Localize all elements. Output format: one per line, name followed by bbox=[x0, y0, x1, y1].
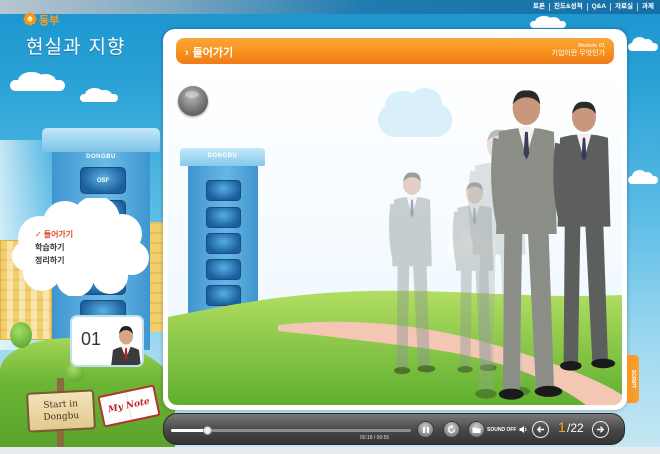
brand-name: 동부 bbox=[39, 15, 60, 27]
sky-cloud bbox=[628, 37, 658, 51]
playback-time: 00:18 / 00:55 bbox=[360, 435, 390, 441]
menu-item-label: 학습하기 bbox=[35, 243, 65, 252]
header-arrow-icon: › bbox=[185, 47, 189, 59]
script-tab-label: SCRIPT bbox=[630, 369, 636, 389]
nav-link-assignments[interactable]: 과제 bbox=[637, 3, 658, 11]
lesson-scene: DONGBU bbox=[168, 67, 622, 405]
building-window-label: OSF bbox=[96, 177, 110, 184]
folder-icon bbox=[472, 427, 481, 433]
menu-item-summary[interactable]: 정리하기 bbox=[35, 254, 73, 267]
module-info: Module 01 기업이란 무엇인가 bbox=[552, 42, 605, 58]
next-arrow-icon bbox=[597, 426, 605, 433]
building-window: OSF bbox=[80, 167, 126, 194]
menu-item-intro[interactable]: ✓ 들어가기 bbox=[35, 228, 73, 241]
chapter-number: 01 bbox=[81, 329, 102, 349]
tree bbox=[10, 322, 32, 348]
folder-button[interactable] bbox=[468, 421, 485, 438]
businessman-figure bbox=[553, 101, 616, 371]
prev-arrow-icon bbox=[536, 426, 544, 433]
page-current: 1 bbox=[558, 419, 566, 435]
pause-icon bbox=[422, 426, 429, 433]
flower-logo-icon bbox=[23, 12, 37, 26]
building-label: DONGBU bbox=[86, 154, 116, 160]
nav-link-discussion[interactable]: 토론 bbox=[529, 3, 549, 11]
module-subtitle: 기업이란 무엇인가 bbox=[551, 50, 605, 57]
content-panel: DONGBU › 들어가기 Module 01 기업이란 무엇인가 bbox=[163, 29, 627, 410]
player-control-bar: 00:18 / 00:55 SOUND OFF 1 /22 bbox=[163, 413, 625, 445]
prev-page-button[interactable] bbox=[532, 421, 549, 438]
nav-link-progress-grades[interactable]: 진도&성적 bbox=[549, 3, 587, 11]
scene-round-button[interactable] bbox=[178, 86, 208, 116]
speaker-icon[interactable] bbox=[519, 425, 528, 434]
menu-cloud bbox=[12, 198, 149, 296]
replay-icon bbox=[447, 425, 456, 434]
course-player-screen: 토론 진도&성적 Q&A 자료실 과제 동부 현실과 지향 DONGBU OSF bbox=[0, 0, 660, 454]
sky-cloud bbox=[530, 15, 566, 28]
section-title: › 들어가기 bbox=[185, 44, 233, 60]
check-icon: ✓ bbox=[35, 230, 42, 239]
nav-link-resources[interactable]: 자료실 bbox=[610, 3, 637, 11]
next-page-button[interactable] bbox=[592, 421, 609, 438]
module-label: Module 01 bbox=[578, 43, 605, 49]
start-in-dongbu-sign[interactable]: Start in Dongbu bbox=[25, 389, 97, 433]
nav-link-qna[interactable]: Q&A bbox=[586, 3, 610, 11]
pause-button[interactable] bbox=[417, 421, 434, 438]
sound-toggle[interactable]: SOUND OFF bbox=[487, 427, 516, 433]
walking-businessmen bbox=[388, 90, 616, 400]
chapter-card: 01 bbox=[70, 315, 144, 367]
top-nav: 토론 진도&성적 Q&A 자료실 과제 bbox=[529, 2, 658, 12]
menu-item-label: 들어가기 bbox=[43, 230, 74, 239]
dongbu-building-roof bbox=[42, 128, 160, 152]
page-total: /22 bbox=[567, 421, 584, 435]
section-title-text: 들어가기 bbox=[192, 47, 234, 59]
top-nav-bar: 토론 진도&성적 Q&A 자료실 과제 bbox=[0, 0, 660, 14]
sky-cloud bbox=[10, 71, 65, 91]
menu-item-label: 정리하기 bbox=[35, 256, 65, 265]
course-title: 현실과 지향 bbox=[26, 36, 126, 58]
menu-item-learn[interactable]: 학습하기 bbox=[35, 241, 73, 254]
replay-button[interactable] bbox=[443, 421, 460, 438]
sign-line-2: Dongbu bbox=[43, 411, 80, 423]
lesson-menu: ✓ 들어가기 학습하기 정리하기 bbox=[35, 228, 73, 267]
script-tab[interactable]: SCRIPT bbox=[627, 355, 639, 403]
instructor-avatar bbox=[111, 326, 141, 365]
bottom-strip bbox=[0, 447, 660, 454]
my-note-label: My Note bbox=[107, 396, 151, 416]
progress-fill bbox=[171, 429, 207, 432]
content-header: › 들어가기 Module 01 기업이란 무엇인가 bbox=[176, 38, 614, 64]
businessman-figure-ghost bbox=[388, 172, 436, 375]
progress-knob[interactable] bbox=[202, 426, 212, 435]
sky-cloud bbox=[628, 170, 658, 184]
sky-cloud bbox=[80, 88, 118, 102]
